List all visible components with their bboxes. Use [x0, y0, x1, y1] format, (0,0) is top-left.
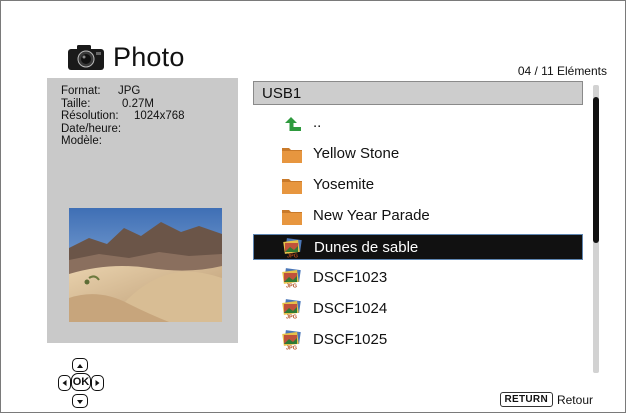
list-item[interactable]: JPG Dunes de sable	[253, 234, 583, 260]
page-title: Photo	[113, 41, 185, 72]
up-arrow-icon	[281, 113, 303, 133]
item-counter: 04 / 11 Eléments	[517, 64, 607, 78]
photo-browser-screen: Photo 04 / 11 Eléments Format: JPG Taille:…	[0, 0, 626, 413]
info-label: Modèle:	[61, 135, 102, 147]
header: Photo	[67, 39, 185, 75]
svg-text:JPG: JPG	[286, 346, 297, 351]
scrollbar[interactable]	[593, 85, 599, 373]
triangle-left-icon	[62, 380, 67, 386]
list-item-label: DSCF1023	[313, 269, 388, 286]
list-header: USB1	[253, 81, 583, 105]
info-value: JPG	[118, 85, 141, 97]
return-hint: RETURN Retour	[499, 392, 593, 407]
triangle-up-icon	[77, 364, 83, 368]
dpad-navigation: OK	[58, 356, 104, 410]
triangle-down-icon	[77, 400, 83, 404]
info-label: Résolution:	[61, 110, 119, 122]
info-value: 1024x768	[134, 110, 185, 122]
photo-preview	[69, 208, 222, 322]
left-arrow-button	[58, 375, 71, 391]
list-item[interactable]: JPG DSCF1023	[253, 265, 583, 291]
info-value: 0.27M	[122, 97, 154, 110]
info-label: Format:	[61, 85, 101, 97]
svg-text:JPG: JPG	[286, 284, 297, 289]
folder-icon	[281, 144, 303, 164]
down-arrow-button	[72, 394, 88, 408]
info-panel: Format: JPG Taille: 0.27M Résolution: 1024x76…	[47, 78, 238, 343]
triangle-right-icon	[95, 380, 100, 386]
list-item[interactable]: Yellow Stone	[253, 141, 583, 167]
jpg-file-icon: JPG	[282, 238, 304, 260]
info-label: Date/heure:	[61, 122, 122, 135]
list-item-label: Dunes de sable	[314, 239, 419, 256]
list-item-label: New Year Parade	[313, 207, 430, 224]
info-row: Taille: 0.27M	[61, 97, 154, 111]
list-item[interactable]: Yosemite	[253, 172, 583, 198]
info-rows: Format: JPG Taille: 0.27M Résolution: 1024x76…	[61, 85, 185, 148]
list-item[interactable]: New Year Parade	[253, 203, 583, 229]
list-item[interactable]: JPG DSCF1024	[253, 296, 583, 322]
list-item-label: ..	[313, 114, 322, 131]
return-button[interactable]: RETURN	[499, 392, 553, 407]
folder-icon	[281, 175, 303, 195]
info-row: Modèle:	[61, 135, 121, 148]
info-label: Taille:	[61, 97, 91, 110]
return-label: Retour	[556, 392, 593, 407]
list-item-label: Yellow Stone	[313, 145, 400, 162]
jpg-file-icon: JPG	[281, 330, 303, 352]
camera-icon	[68, 45, 104, 70]
ok-button: OK	[71, 373, 91, 391]
info-row: Format: JPG	[61, 85, 140, 98]
folder-icon	[281, 206, 303, 226]
file-list: USB1 .. Yellow Stone Yosemite New Year Para…	[253, 81, 583, 381]
list-item-label: DSCF1024	[313, 300, 388, 317]
svg-text:JPG: JPG	[286, 315, 297, 320]
list-item[interactable]: JPG DSCF1025	[253, 327, 583, 353]
scrollbar-thumb[interactable]	[593, 97, 599, 243]
up-arrow-button	[72, 358, 88, 372]
right-arrow-button	[91, 375, 104, 391]
list-item-label: DSCF1025	[313, 331, 388, 348]
info-row: Résolution: 1024x768	[61, 110, 185, 123]
svg-text:JPG: JPG	[287, 254, 298, 259]
list-item-label: Yosemite	[313, 176, 375, 193]
jpg-file-icon: JPG	[281, 299, 303, 321]
list-item[interactable]: ..	[253, 110, 583, 136]
info-row: Date/heure:	[61, 123, 121, 136]
jpg-file-icon: JPG	[281, 268, 303, 290]
